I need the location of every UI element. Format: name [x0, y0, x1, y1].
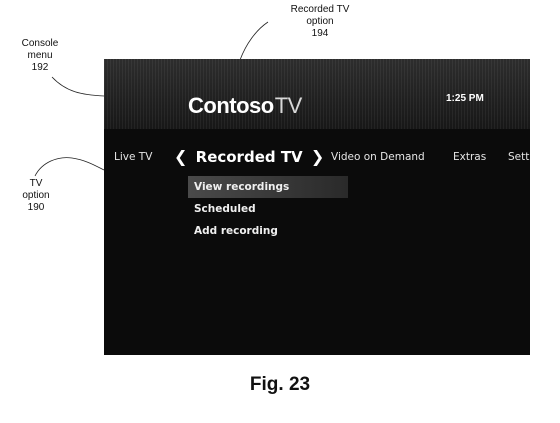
menu-item-recorded-tv[interactable]: ❮ Recorded TV ❯	[174, 147, 324, 166]
recorded-tv-callout-line1: Recorded TV	[290, 4, 350, 15]
brand-logo: ContosoTV	[188, 93, 302, 119]
menu-item-recorded-tv-label: Recorded TV	[195, 148, 303, 166]
tv-option-callout-ref: 190	[27, 202, 45, 213]
brand-suffix: TV	[274, 93, 303, 118]
chevron-left-icon[interactable]: ❮	[174, 147, 187, 166]
console-menu-callout: Console menu 192	[10, 38, 70, 74]
tv-option-callout-line1: TV	[29, 178, 43, 189]
submenu-item-view-recordings[interactable]: View recordings	[188, 176, 348, 198]
tv-option-callout: TV option 190	[14, 178, 58, 214]
submenu-item-scheduled[interactable]: Scheduled	[188, 198, 348, 220]
recorded-tv-callout: Recorded TV option 194	[280, 4, 360, 40]
brand-name: Contoso	[188, 93, 274, 118]
recorded-tv-submenu: View recordings Scheduled Add recording	[188, 176, 348, 242]
menu-item-settings[interactable]: Setti	[508, 151, 530, 163]
menu-item-live-tv[interactable]: Live TV	[114, 151, 152, 163]
console-menu: Live TV ❮ Recorded TV ❯ Video on Demand …	[104, 147, 530, 169]
figure-label: Fig. 23	[249, 374, 311, 395]
tv-option-leader	[34, 157, 105, 177]
console-menu-callout-line1: Console	[21, 38, 59, 49]
console-menu-leader	[51, 76, 105, 97]
recorded-tv-callout-line2: option	[306, 16, 334, 27]
console-menu-callout-ref: 192	[31, 62, 49, 73]
chevron-right-icon[interactable]: ❯	[311, 147, 324, 166]
console-menu-callout-line2: menu	[27, 50, 53, 61]
tv-option-callout-line2: option	[22, 190, 50, 201]
menu-item-extras[interactable]: Extras	[453, 151, 486, 163]
console-screen: ContosoTV 1:25 PM Live TV ❮ Recorded TV …	[104, 59, 530, 355]
submenu-item-add-recording[interactable]: Add recording	[188, 220, 348, 242]
recorded-tv-leader	[239, 21, 269, 61]
recorded-tv-callout-ref: 194	[311, 28, 329, 39]
menu-item-video-on-demand[interactable]: Video on Demand	[331, 151, 425, 163]
clock: 1:25 PM	[446, 93, 484, 104]
